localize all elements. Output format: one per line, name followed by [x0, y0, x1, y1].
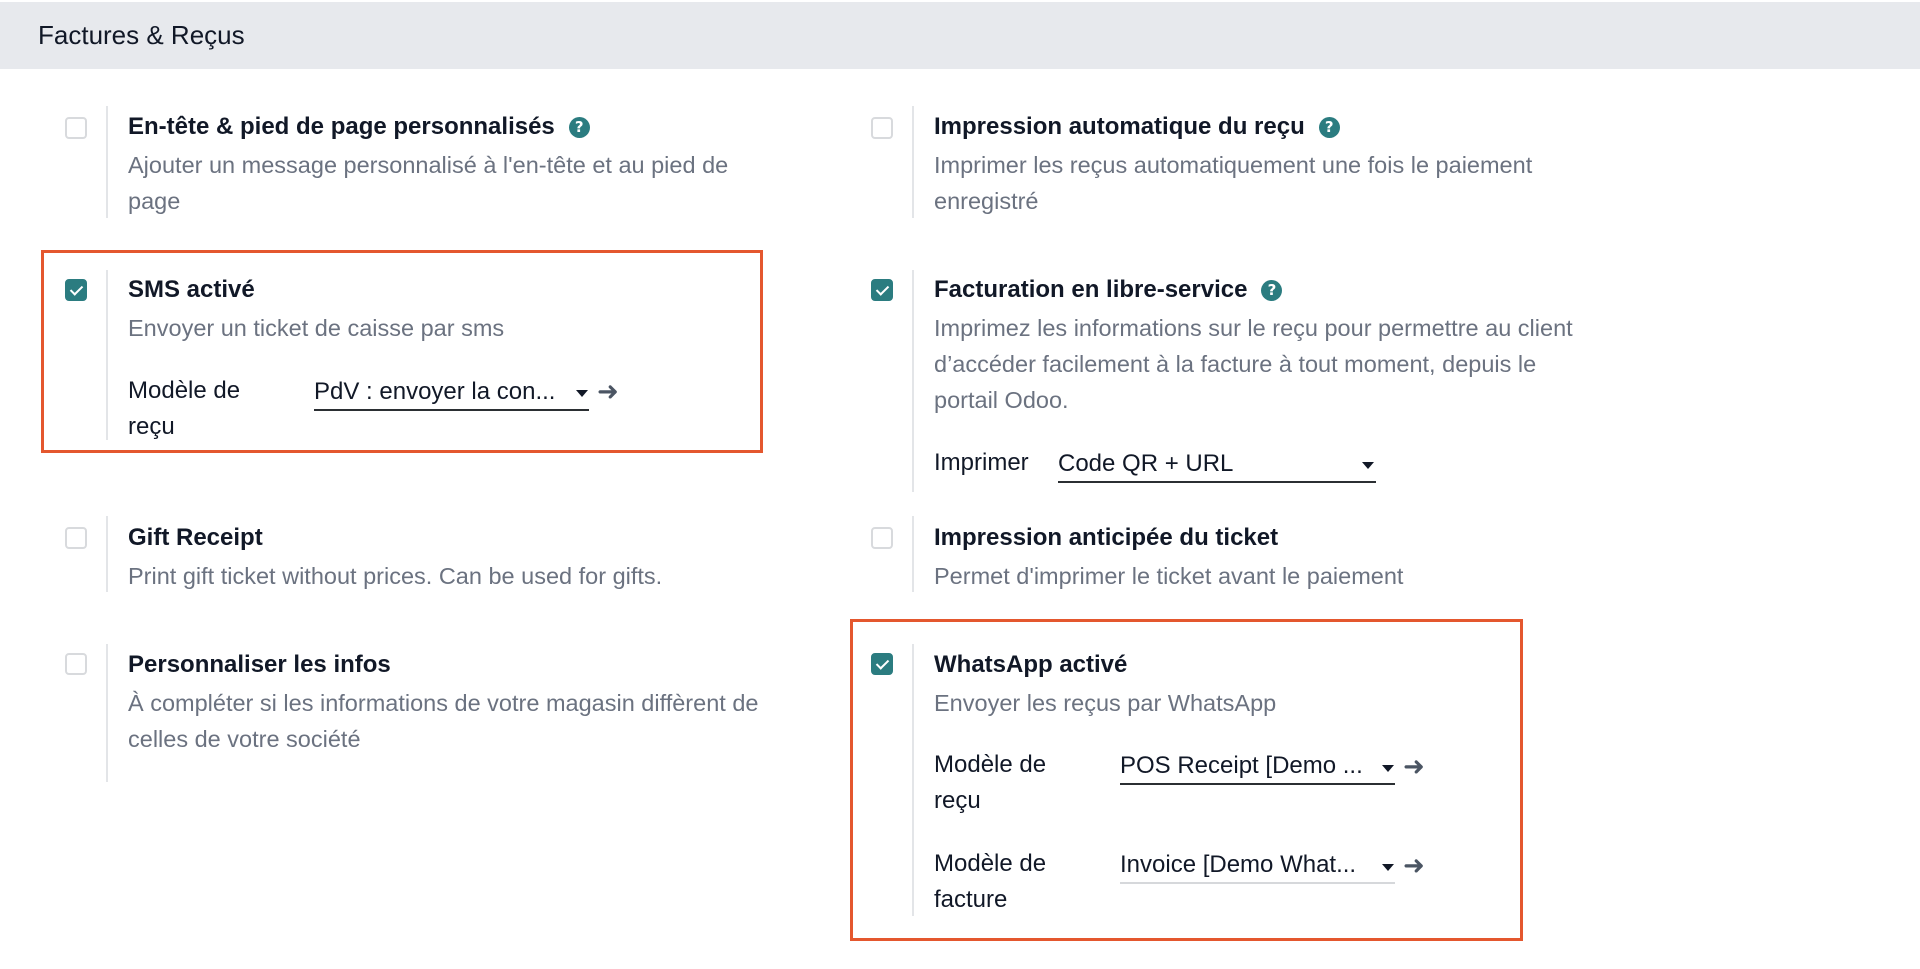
gift-receipt-checkbox[interactable]: [65, 527, 87, 549]
custom-info-title: Personnaliser les infos: [128, 651, 391, 678]
custom-info-desc-line1: À compléter si les informations de votre…: [128, 690, 759, 716]
whatsapp-receipt-template-label-line2: reçu: [934, 787, 981, 814]
whatsapp-invoice-template-label-line2: facture: [934, 886, 1008, 913]
print-option-select[interactable]: Code QR + URL: [1058, 447, 1376, 483]
arrow-right-icon[interactable]: ➜: [597, 379, 619, 405]
divider: [106, 516, 108, 592]
arrow-right-icon[interactable]: ➜: [1403, 754, 1425, 780]
whatsapp-invoice-template-label-line1: Modèle de: [934, 850, 1047, 877]
auto-print-desc-line1: Imprimer les reçus automatiquement une f…: [934, 152, 1533, 178]
custom-header-desc-line2: page: [128, 188, 181, 214]
early-print-desc: Permet d'imprimer le ticket avant le pai…: [934, 563, 1404, 589]
custom-info-checkbox[interactable]: [65, 653, 87, 675]
sms-receipt-template-label-line1: Modèle de: [128, 377, 241, 404]
self-invoicing-desc-line3: portail Odoo.: [934, 387, 1069, 413]
early-print-title: Impression anticipée du ticket: [934, 524, 1279, 551]
sms-receipt-template-label-line2: reçu: [128, 413, 175, 440]
print-option-label: Imprimer: [934, 449, 1029, 476]
early-print-checkbox[interactable]: [871, 527, 893, 549]
gift-receipt-desc: Print gift ticket without prices. Can be…: [128, 563, 663, 589]
sms-title: SMS activé: [128, 276, 255, 303]
self-invoicing-title: Facturation en libre-service ?: [934, 276, 1283, 304]
custom-header-checkbox[interactable]: [65, 117, 87, 139]
gift-receipt-title: Gift Receipt: [128, 524, 263, 551]
whatsapp-receipt-template-select[interactable]: POS Receipt [Demo ...: [1120, 749, 1395, 785]
divider: [106, 644, 108, 782]
auto-print-title: Impression automatique du reçu ?: [934, 113, 1340, 141]
whatsapp-receipt-template-label: Modèle de reçu: [934, 747, 1046, 819]
self-invoicing-checkbox[interactable]: [871, 279, 893, 301]
whatsapp-invoice-template-value: Invoice [Demo What...: [1120, 851, 1357, 878]
question-circle-icon[interactable]: ?: [1318, 116, 1340, 138]
sms-receipt-template-label: Modèle de reçu: [128, 373, 240, 445]
divider: [912, 644, 914, 916]
custom-info-desc: À compléter si les informations de votre…: [128, 685, 758, 757]
section-title: Factures & Reçus: [38, 20, 245, 50]
self-invoicing-desc: Imprimez les informations sur le reçu po…: [934, 310, 1573, 418]
sms-desc: Envoyer un ticket de caisse par sms: [128, 315, 505, 341]
whatsapp-checkbox[interactable]: [871, 653, 893, 675]
arrow-right-icon[interactable]: ➜: [1403, 853, 1425, 879]
sms-checkbox[interactable]: [65, 279, 87, 301]
divider: [912, 516, 914, 592]
whatsapp-title: WhatsApp activé: [934, 651, 1128, 678]
self-invoicing-desc-line2: d’accéder facilement à la facture à tout…: [934, 351, 1537, 377]
caret-down-icon[interactable]: [1362, 462, 1374, 469]
whatsapp-invoice-template-label: Modèle de facture: [934, 846, 1046, 918]
divider: [912, 106, 914, 218]
divider: [912, 270, 914, 492]
custom-info-desc-line2: celles de votre société: [128, 726, 361, 752]
custom-header-title-text: En-tête & pied de page personnalisés: [128, 113, 555, 140]
settings-page: Factures & Reçus En-tête & pied de page …: [0, 0, 1920, 969]
caret-down-icon[interactable]: [1382, 864, 1394, 871]
divider: [106, 106, 108, 218]
whatsapp-invoice-template-select[interactable]: Invoice [Demo What...: [1120, 848, 1395, 884]
section-header: Factures & Reçus: [0, 2, 1920, 69]
auto-print-desc: Imprimer les reçus automatiquement une f…: [934, 147, 1532, 219]
caret-down-icon[interactable]: [576, 390, 588, 397]
caret-down-icon[interactable]: [1382, 765, 1394, 772]
sms-receipt-template-select[interactable]: PdV : envoyer la con...: [314, 375, 589, 411]
custom-header-desc: Ajouter un message personnalisé à l'en-t…: [128, 147, 728, 219]
self-invoicing-desc-line1: Imprimez les informations sur le reçu po…: [934, 315, 1573, 341]
divider: [106, 270, 108, 440]
whatsapp-receipt-template-value: POS Receipt [Demo ...: [1120, 752, 1363, 779]
whatsapp-receipt-template-label-line1: Modèle de: [934, 751, 1047, 778]
question-circle-icon[interactable]: ?: [568, 116, 590, 138]
custom-header-desc-line1: Ajouter un message personnalisé à l'en-t…: [128, 152, 729, 178]
question-circle-icon[interactable]: ?: [1261, 279, 1283, 301]
custom-header-title: En-tête & pied de page personnalisés ?: [128, 113, 590, 141]
sms-receipt-template-value: PdV : envoyer la con...: [314, 378, 556, 405]
auto-print-checkbox[interactable]: [871, 117, 893, 139]
print-option-value: Code QR + URL: [1058, 450, 1234, 477]
auto-print-desc-line2: enregistré: [934, 188, 1039, 214]
auto-print-title-text: Impression automatique du reçu: [934, 113, 1305, 140]
self-invoicing-title-text: Facturation en libre-service: [934, 276, 1248, 303]
whatsapp-desc: Envoyer les reçus par WhatsApp: [934, 690, 1277, 716]
